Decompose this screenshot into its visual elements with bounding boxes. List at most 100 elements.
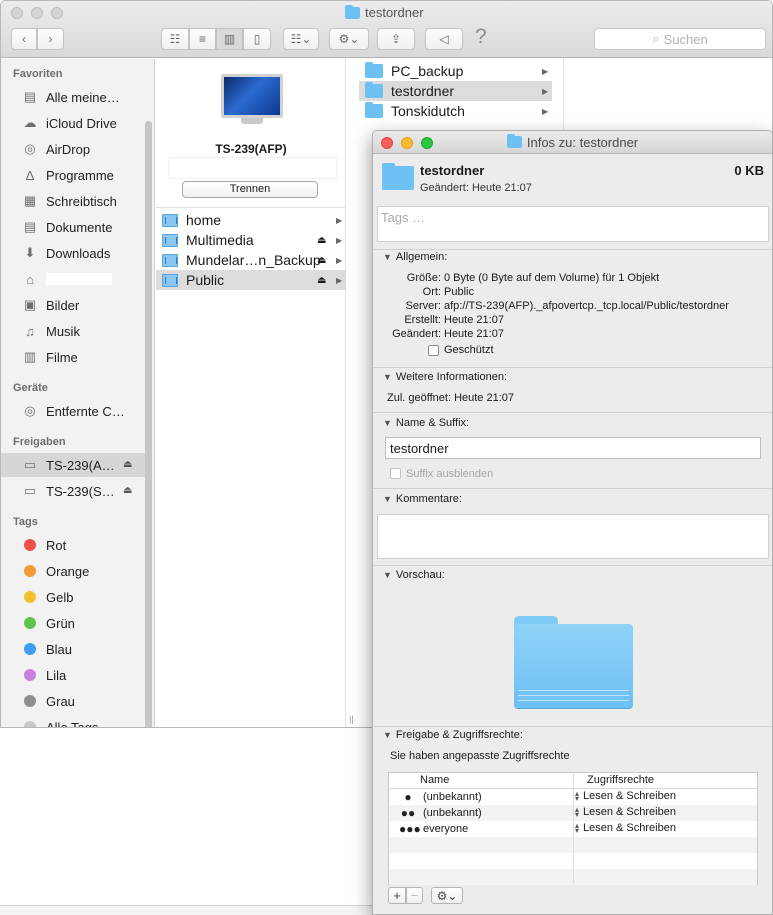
eject-icon[interactable]: ⏏ — [317, 235, 326, 246]
disconnect-button[interactable]: Trennen — [182, 181, 318, 198]
zoom-button[interactable] — [421, 137, 433, 149]
help-icon[interactable]: ? — [475, 25, 487, 49]
sidebar-item-downloads[interactable]: ⬇︎ Downloads — [1, 241, 147, 265]
where-value: Public — [444, 286, 474, 298]
permissions-action-button[interactable]: ⚙⌄ — [431, 887, 463, 904]
downloads-icon: ⬇︎ — [24, 245, 36, 260]
action-button[interactable]: ⚙⌄ — [329, 28, 369, 50]
folder-row-tonskidutch[interactable]: Tonskidutch ▶ — [359, 101, 552, 121]
sharing-note: Sie haben angepasste Zugriffsrechte — [390, 750, 570, 762]
sidebar-all-tags[interactable]: Alle Tags… — [1, 715, 147, 727]
chevron-right-icon: ▶ — [336, 255, 343, 265]
zoom-button[interactable] — [51, 7, 63, 19]
remove-user-button[interactable]: − — [406, 887, 423, 904]
sidebar-item-all-files[interactable]: ▤ Alle meine… — [1, 85, 147, 109]
close-button[interactable] — [381, 137, 393, 149]
sidebar-header-tags: Tags — [13, 516, 38, 528]
column-view-button[interactable]: ▥ — [216, 28, 243, 50]
sidebar-item-music[interactable]: ♫ Musik — [1, 319, 147, 343]
section-comments-toggle[interactable]: ▼ Kommentare: — [383, 493, 462, 505]
tag-label: Blau — [46, 641, 73, 657]
section-sharing-toggle[interactable]: ▼ Freigabe & Zugriffsrechte: — [383, 729, 523, 741]
sidebar-item-label: Downloads — [46, 245, 111, 261]
eject-icon[interactable]: ⏏ — [317, 275, 326, 286]
shared-folder-icon — [162, 253, 178, 267]
all-files-icon: ▤ — [23, 89, 37, 104]
section-more-info-toggle[interactable]: ▼ Weitere Informationen: — [383, 371, 507, 383]
comments-field[interactable] — [377, 514, 769, 559]
user-name: (unbekannt) — [423, 807, 482, 819]
section-preview-toggle[interactable]: ▼ Vorschau: — [383, 569, 445, 581]
hide-extension-checkbox[interactable] — [390, 468, 401, 479]
disclosure-triangle-icon: ▼ — [383, 418, 392, 428]
shared-folder-icon — [162, 273, 178, 287]
add-user-button[interactable]: + — [388, 887, 406, 904]
section-name-ext-toggle[interactable]: ▼ Name & Suffix: — [383, 417, 469, 429]
folder-body — [514, 624, 633, 708]
sidebar-tag-green[interactable]: Grün — [1, 611, 147, 635]
eject-icon[interactable]: ⏏ — [123, 485, 132, 496]
where-key: Ort: — [422, 286, 441, 298]
share-row-backup[interactable]: Mundelar…n_Backup ⏏ ▶ — [156, 250, 346, 270]
folder-row-testordner[interactable]: testordner ▶ — [359, 81, 552, 101]
close-button[interactable] — [11, 7, 23, 19]
locked-checkbox[interactable] — [428, 345, 439, 356]
sidebar-item-airdrop[interactable]: ◎ AirDrop — [1, 137, 147, 161]
privilege-popup[interactable]: ▴ ▾ Lesen & Schreiben — [575, 822, 676, 835]
share-row-public[interactable]: Public ⏏ ▶ — [156, 270, 346, 290]
eject-icon[interactable]: ⏏ — [317, 255, 326, 266]
tags-button[interactable]: ◁︎ — [425, 28, 463, 50]
sidebar-item-label: Dokumente — [46, 219, 113, 235]
divider — [373, 726, 772, 727]
minimize-button[interactable] — [31, 7, 43, 19]
privilege-popup[interactable]: ▴ ▾ Lesen & Schreiben — [575, 790, 676, 803]
minimize-button[interactable] — [401, 137, 413, 149]
sidebar-item-label: Alle meine… — [46, 89, 120, 105]
sidebar-item-documents[interactable]: ▤ Dokumente — [1, 215, 147, 239]
sidebar-tag-orange[interactable]: Orange — [1, 559, 147, 583]
column-header-name[interactable]: Name — [420, 774, 449, 786]
permissions-table: Name Zugriffsrechte ● (unbekannt) ▴ ▾ Lesen… — [388, 772, 758, 885]
eject-icon[interactable]: ⏏ — [123, 459, 132, 470]
back-button[interactable]: ‹ — [11, 28, 37, 50]
sidebar-item-desktop[interactable]: ▦ Schreibtisch — [1, 189, 147, 213]
sidebar: Favoriten ▤ Alle meine… ☁︎ iCloud Drive ◎ A… — [1, 59, 155, 727]
permission-user: ●●● everyone — [399, 822, 468, 836]
name-field[interactable]: testordner — [385, 437, 761, 459]
tag-label: Rot — [46, 537, 67, 553]
sidebar-tag-yellow[interactable]: Gelb — [1, 585, 147, 609]
folder-stripe — [518, 695, 629, 696]
sidebar-item-applications[interactable]: ∆ Programme — [1, 163, 147, 187]
privilege-popup[interactable]: ▴ ▾ Lesen & Schreiben — [575, 806, 676, 819]
sidebar-tag-gray[interactable]: Grau — [1, 689, 147, 713]
sidebar-tag-red[interactable]: Rot — [1, 533, 147, 557]
folder-stripe — [518, 700, 629, 701]
folder-row-pc-backup[interactable]: PC_backup ▶ — [359, 61, 552, 81]
share-label: home — [186, 212, 222, 228]
share-button[interactable]: ⇪ — [377, 28, 415, 50]
coverflow-view-button[interactable]: ▯ — [243, 28, 271, 50]
sidebar-tag-blue[interactable]: Blau — [1, 637, 147, 661]
sidebar-tag-purple[interactable]: Lila — [1, 663, 147, 687]
sidebar-item-pictures[interactable]: ▣ Bilder — [1, 293, 147, 317]
column-header-privilege[interactable]: Zugriffsrechte — [587, 774, 654, 786]
search-input[interactable]: ⌕ Suchen — [594, 28, 766, 50]
column-resize-handle[interactable]: || — [349, 714, 354, 724]
share-row-multimedia[interactable]: Multimedia ⏏ ▶ — [156, 230, 346, 250]
window-title-text: testordner — [365, 5, 424, 20]
tag-label: Grau — [46, 693, 75, 709]
column-view-icon: ▥ — [223, 32, 236, 46]
arrange-button[interactable]: ☷⌄ — [283, 28, 319, 50]
sidebar-item-home[interactable]: ⌂ — [1, 267, 147, 291]
tags-field[interactable]: Tags … — [377, 206, 769, 242]
sidebar-item-icloud[interactable]: ☁︎ iCloud Drive — [1, 111, 147, 135]
sidebar-scrollbar[interactable] — [145, 121, 152, 727]
sidebar-item-movies[interactable]: ▥ Filme — [1, 345, 147, 369]
forward-button[interactable]: › — [37, 28, 64, 50]
list-view-button[interactable]: ≡ — [189, 28, 216, 50]
divider — [373, 412, 772, 413]
share-row-home[interactable]: home ▶ — [156, 210, 346, 230]
section-general-toggle[interactable]: ▼ Allgemein: — [383, 251, 447, 263]
sidebar-item-remote-disc[interactable]: ◎ Entfernte C… — [1, 399, 147, 423]
icon-view-button[interactable]: ☷ — [161, 28, 189, 50]
